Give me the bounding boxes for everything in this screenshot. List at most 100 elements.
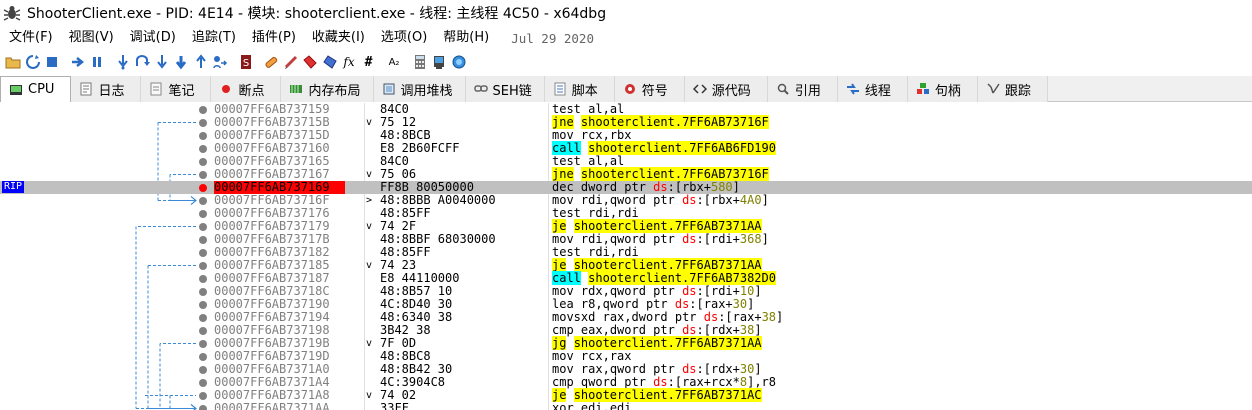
breakpoint-dot[interactable] [199, 183, 207, 192]
breakpoint-dot[interactable] [199, 300, 207, 309]
run-to-user-code-icon[interactable] [211, 53, 229, 71]
instruction-operands: shooterclient.7FF6AB73716F [580, 115, 769, 129]
threads-icon [846, 83, 859, 95]
about-icon[interactable] [450, 53, 468, 71]
tab-threads[interactable]: 线程 [837, 76, 908, 102]
breakpoint-dot[interactable] [199, 222, 207, 231]
instruction-mnemonic: je [552, 258, 567, 272]
breakpoint-dot[interactable] [199, 274, 207, 283]
breakpoint-dot[interactable] [199, 235, 207, 244]
breakpoint-dot[interactable] [199, 131, 207, 140]
log-icon [80, 82, 92, 96]
disasm-row[interactable]: 00007FF6AB7371AA 33FF xor edi,edi [0, 402, 1252, 410]
scylla-icon[interactable]: S [237, 53, 255, 71]
breakpoint-dot[interactable] [199, 326, 207, 335]
disassembly-view[interactable]: 00007FF6AB737159 84C0 test al,al 00007FF6AB… [0, 103, 1252, 410]
instruction-operands: shooterclient.7FF6AB6FD190 [588, 141, 776, 155]
cpu-icon [10, 84, 22, 95]
breakpoint-dot[interactable] [199, 404, 207, 410]
label-icon[interactable] [301, 53, 319, 71]
calculator-icon[interactable] [411, 53, 429, 71]
jump-direction-marker: v [366, 260, 373, 271]
trace-into-icon[interactable] [153, 53, 171, 71]
jump-direction-marker: v [366, 169, 373, 180]
row-address: 00007FF6AB7371AA [214, 401, 330, 410]
disasm-row[interactable]: 00007FF6AB737160 E8 2B60FCFF call shooterc… [0, 141, 1252, 155]
tab-call-stack[interactable]: 调用堆栈 [373, 76, 466, 102]
breakpoint-dot[interactable] [199, 105, 207, 114]
jump-direction-marker: v [366, 117, 373, 128]
tab-source[interactable]: 源代码 [684, 76, 768, 102]
seh-icon [473, 85, 488, 92]
breakpoint-dot[interactable] [199, 196, 207, 205]
breakpoint-dot[interactable] [199, 287, 207, 296]
breakpoint-dot[interactable] [199, 365, 207, 374]
instruction-mnemonic: je [552, 219, 567, 233]
tab-seh[interactable]: SEH链 [465, 76, 545, 102]
trace-over-icon[interactable] [172, 53, 190, 71]
menu-item-1[interactable]: 视图(V) [61, 26, 122, 50]
menu-item-5[interactable]: 收藏夹(I) [304, 26, 373, 50]
memory-icon[interactable] [430, 53, 448, 71]
function-icon[interactable]: fx [340, 53, 358, 71]
tab-label: 句柄 [934, 83, 961, 99]
menu-bar: 文件(F) 视图(V) 调试(D) 追踪(T) 插件(P) 收藏夹(I) 选项(O) 帮助(H… [0, 26, 1252, 50]
restart-icon[interactable] [24, 53, 42, 71]
instruction-mnemonic: test [552, 154, 581, 168]
breakpoint-dot[interactable] [199, 378, 207, 387]
tab-breakpoint[interactable]: 断点 [211, 76, 282, 102]
instruction-mnemonic: jne [552, 167, 574, 181]
breakpoint-dot[interactable] [199, 170, 207, 179]
execute-till-return-icon[interactable] [192, 53, 210, 71]
instruction-mnemonic: mov [552, 362, 574, 376]
window-title: ShooterClient.exe - PID: 4E14 - 模块: shoo… [27, 6, 607, 22]
tab-log[interactable]: 日志 [71, 76, 142, 102]
run-icon[interactable] [69, 53, 87, 71]
breakpoint-dot[interactable] [199, 209, 207, 218]
breakpoint-dot[interactable] [199, 352, 207, 361]
instruction-operands: shooterclient.7FF6AB7371AC [573, 388, 762, 402]
strings-icon[interactable]: A₂ [385, 53, 403, 71]
tab-handles[interactable]: 句柄 [907, 76, 978, 102]
breakpoint-dot[interactable] [199, 313, 207, 322]
step-over-icon[interactable] [133, 53, 151, 71]
instruction-mnemonic: cmp [552, 323, 574, 337]
breakpoint-dot[interactable] [199, 118, 207, 127]
breakpoint-dot[interactable] [199, 157, 207, 166]
tab-cpu[interactable]: CPU [0, 76, 72, 102]
breakpoint-dot[interactable] [199, 144, 207, 153]
menu-item-0[interactable]: 文件(F) [0, 26, 61, 50]
breakpoint-dot[interactable] [199, 261, 207, 270]
tab-notes[interactable]: 笔记 [141, 76, 212, 102]
instruction-mnemonic: cmp [552, 375, 574, 389]
instruction-mnemonic: call [552, 141, 581, 155]
jump-direction-marker: v [366, 338, 373, 349]
menu-item-6[interactable]: 选项(O) [373, 26, 435, 50]
comment-icon[interactable] [282, 53, 300, 71]
breakpoint-dot[interactable] [199, 391, 207, 400]
menu-item-2[interactable]: 调试(D) [122, 26, 184, 50]
breakpoint-dot[interactable] [199, 339, 207, 348]
stop-icon[interactable] [43, 53, 61, 71]
tab-label: 内存布局 [308, 83, 361, 99]
patch-icon[interactable] [262, 53, 280, 71]
hash-icon[interactable]: # [360, 53, 378, 71]
pause-icon[interactable] [88, 53, 106, 71]
tab-script[interactable]: 脚本 [544, 76, 615, 102]
instruction-mnemonic: mov [552, 232, 574, 246]
tab-references[interactable]: 引用 [767, 76, 838, 102]
menu-item-7[interactable]: 帮助(H) [435, 26, 497, 50]
step-into-icon[interactable] [114, 53, 132, 71]
tab-trace[interactable]: 跟踪 [977, 76, 1048, 102]
jump-direction-marker: v [366, 390, 373, 401]
instruction-mnemonic: test [552, 206, 581, 220]
breakpoint-dot[interactable] [199, 248, 207, 257]
bookmark-icon[interactable] [321, 53, 339, 71]
tab-label: 跟踪 [1004, 83, 1031, 99]
tab-memory-map[interactable]: 内存布局 [281, 76, 374, 102]
tab-symbols[interactable]: 符号 [614, 76, 685, 102]
open-icon[interactable] [4, 53, 22, 71]
instruction-operands: qword ptr ds:[rax+rcx*8],r8 [580, 375, 777, 389]
menu-item-4[interactable]: 插件(P) [244, 26, 304, 50]
menu-item-3[interactable]: 追踪(T) [184, 26, 244, 50]
